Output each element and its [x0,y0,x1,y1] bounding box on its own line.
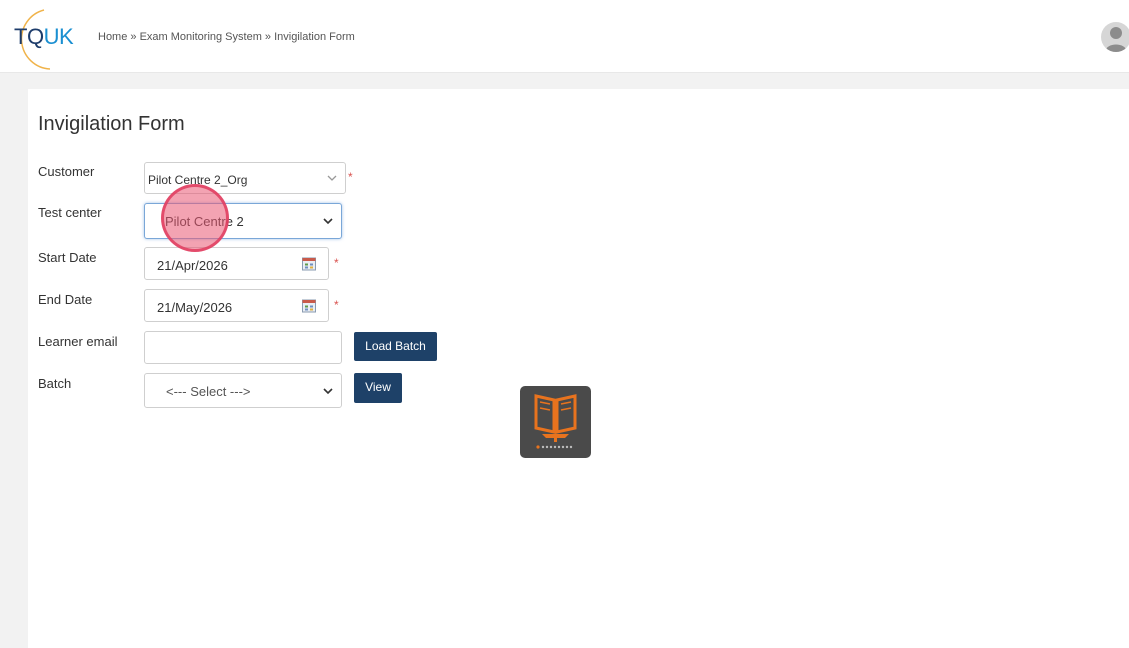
test-center-select-value: Pilot Centre 2 [165,214,244,229]
logo-text-main: TQ [14,24,44,49]
breadcrumb-current: Invigilation Form [274,31,355,43]
batch-select[interactable]: <--- Select ---> [144,373,342,408]
customer-required-mark: * [348,170,353,184]
tquk-logo[interactable]: TQUK [10,8,74,70]
breadcrumb-separator: » [130,31,137,43]
book-loading-icon [520,386,591,458]
end-date-value: 21/May/2026 [157,300,233,315]
breadcrumb-home[interactable]: Home [98,31,127,43]
view-button[interactable]: View [354,373,402,403]
top-bar: TQUK Home » Exam Monitoring System » Inv… [0,0,1129,73]
load-batch-button[interactable]: Load Batch [354,332,437,361]
breadcrumb-section[interactable]: Exam Monitoring System [140,31,262,43]
start-date-value: 21/Apr/2026 [157,258,228,273]
test-center-select[interactable]: Pilot Centre 2 [144,203,342,239]
start-date-label: Start Date [38,250,97,265]
user-avatar-icon[interactable] [1101,22,1129,52]
breadcrumb-separator: » [264,31,272,43]
calendar-icon[interactable] [302,299,316,312]
end-date-input[interactable]: 21/May/2026 [144,289,329,322]
chevron-down-icon [323,218,333,225]
breadcrumb: Home » Exam Monitoring System » Invigila… [98,31,355,43]
chevron-down-icon [323,387,333,394]
logo-text: TQUK [14,24,74,50]
customer-select-value: Pilot Centre 2_Org [148,173,248,187]
customer-label: Customer [38,164,95,179]
learner-email-input[interactable] [144,331,342,364]
chevron-down-icon [327,175,337,181]
test-center-label: Test center [38,205,102,220]
customer-select[interactable]: Pilot Centre 2_Org [144,162,346,194]
end-date-label: End Date [38,292,93,307]
start-date-required-mark: * [334,256,339,270]
batch-select-value: <--- Select ---> [166,384,251,399]
calendar-icon[interactable] [302,257,316,270]
logo-text-accent: UK [43,24,74,49]
end-date-required-mark: * [334,298,339,312]
batch-label: Batch [38,376,72,391]
page-title: Invigilation Form [38,113,185,135]
start-date-input[interactable]: 21/Apr/2026 [144,247,329,280]
learner-email-label: Learner email [38,334,118,349]
